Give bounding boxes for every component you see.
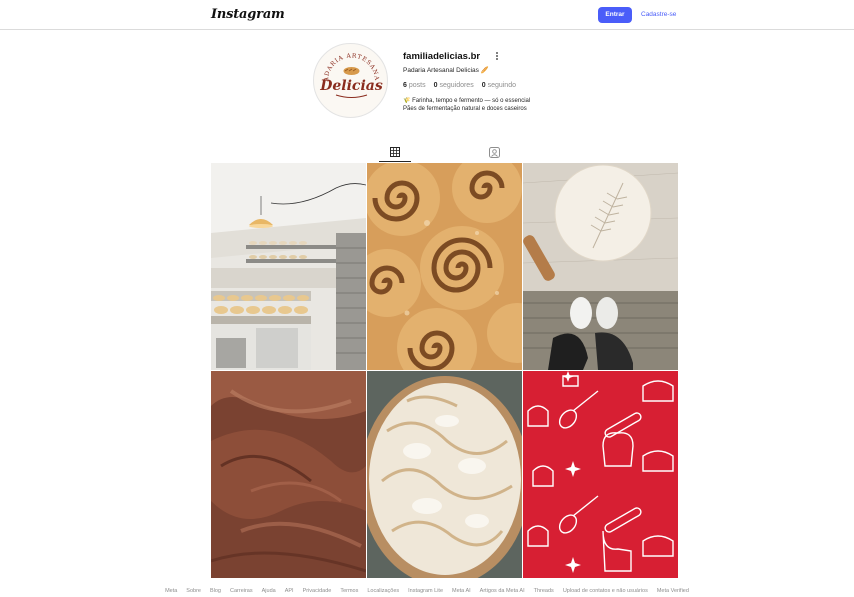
cinnamon-rolls-photo bbox=[367, 163, 522, 370]
scored-dough-photo bbox=[523, 163, 678, 370]
post-thumbnail[interactable] bbox=[523, 163, 678, 370]
top-navigation-bar: Instagram Entrar Cadastre-se bbox=[0, 0, 854, 30]
footer-link[interactable]: API bbox=[285, 588, 294, 594]
footer-link[interactable]: Privacidade bbox=[303, 588, 332, 594]
more-options-icon[interactable] bbox=[494, 51, 500, 61]
profile-stats: 6 posts 0 seguidores 0 seguindo bbox=[403, 82, 516, 89]
followers-stat[interactable]: 0 seguidores bbox=[434, 82, 474, 89]
footer-link[interactable]: Carreiras bbox=[230, 588, 253, 594]
post-thumbnail[interactable] bbox=[367, 371, 522, 578]
avatar-brand-top: PADARIA ARTESANAL bbox=[314, 44, 380, 83]
bakery-logo-icon: PADARIA ARTESANAL Delicias bbox=[314, 44, 383, 98]
footer-link[interactable]: Localizações bbox=[367, 588, 399, 594]
post-thumbnail[interactable] bbox=[211, 163, 366, 370]
posts-grid bbox=[211, 163, 678, 578]
footer-link[interactable]: Ajuda bbox=[262, 588, 276, 594]
tab-tagged[interactable] bbox=[480, 142, 508, 162]
grid-icon bbox=[390, 146, 400, 157]
footer-link[interactable]: Meta AI bbox=[452, 588, 471, 594]
instagram-logo[interactable]: Instagram bbox=[211, 7, 285, 22]
footer-link[interactable]: Meta Verified bbox=[657, 588, 689, 594]
profile-full-name: Padaria Artesanal Delicias 🥖 bbox=[403, 67, 489, 74]
posts-stat: 6 posts bbox=[403, 82, 426, 89]
footer-link[interactable]: Threads bbox=[534, 588, 554, 594]
post-thumbnail[interactable] bbox=[211, 371, 366, 578]
post-thumbnail[interactable] bbox=[523, 371, 678, 578]
profile-avatar[interactable]: PADARIA ARTESANAL Delicias bbox=[313, 43, 388, 118]
tab-posts[interactable] bbox=[379, 142, 411, 162]
tagged-user-icon bbox=[488, 146, 500, 158]
footer-link[interactable]: Artigos da Meta AI bbox=[480, 588, 525, 594]
profile-username: familiadelicias.br bbox=[403, 51, 481, 62]
meringue-pie-photo bbox=[367, 371, 522, 578]
profile-bio-line: 🌾 Farinha, tempo e fermento — só o essen… bbox=[403, 98, 531, 104]
footer-link[interactable]: Meta bbox=[165, 588, 177, 594]
post-thumbnail[interactable] bbox=[367, 163, 522, 370]
footer-link[interactable]: Upload de contatos e não usuários bbox=[563, 588, 648, 594]
following-stat[interactable]: 0 seguindo bbox=[482, 82, 516, 89]
signup-link[interactable]: Cadastre-se bbox=[641, 11, 676, 18]
login-button[interactable]: Entrar bbox=[598, 7, 632, 23]
bakery-kitchen-photo bbox=[211, 163, 366, 370]
red-baking-pattern bbox=[523, 371, 678, 578]
footer-link[interactable]: Sobre bbox=[186, 588, 201, 594]
footer-link[interactable]: Termos bbox=[340, 588, 358, 594]
profile-bio-line: Pães de fermentação natural e doces case… bbox=[403, 106, 527, 112]
chocolate-frosting-photo bbox=[211, 371, 366, 578]
footer-link[interactable]: Blog bbox=[210, 588, 221, 594]
avatar-brand-name: Delicias bbox=[319, 78, 383, 94]
footer-link[interactable]: Instagram Lite bbox=[408, 588, 443, 594]
footer-links: Meta Sobre Blog Carreiras Ajuda API Priv… bbox=[0, 588, 854, 594]
